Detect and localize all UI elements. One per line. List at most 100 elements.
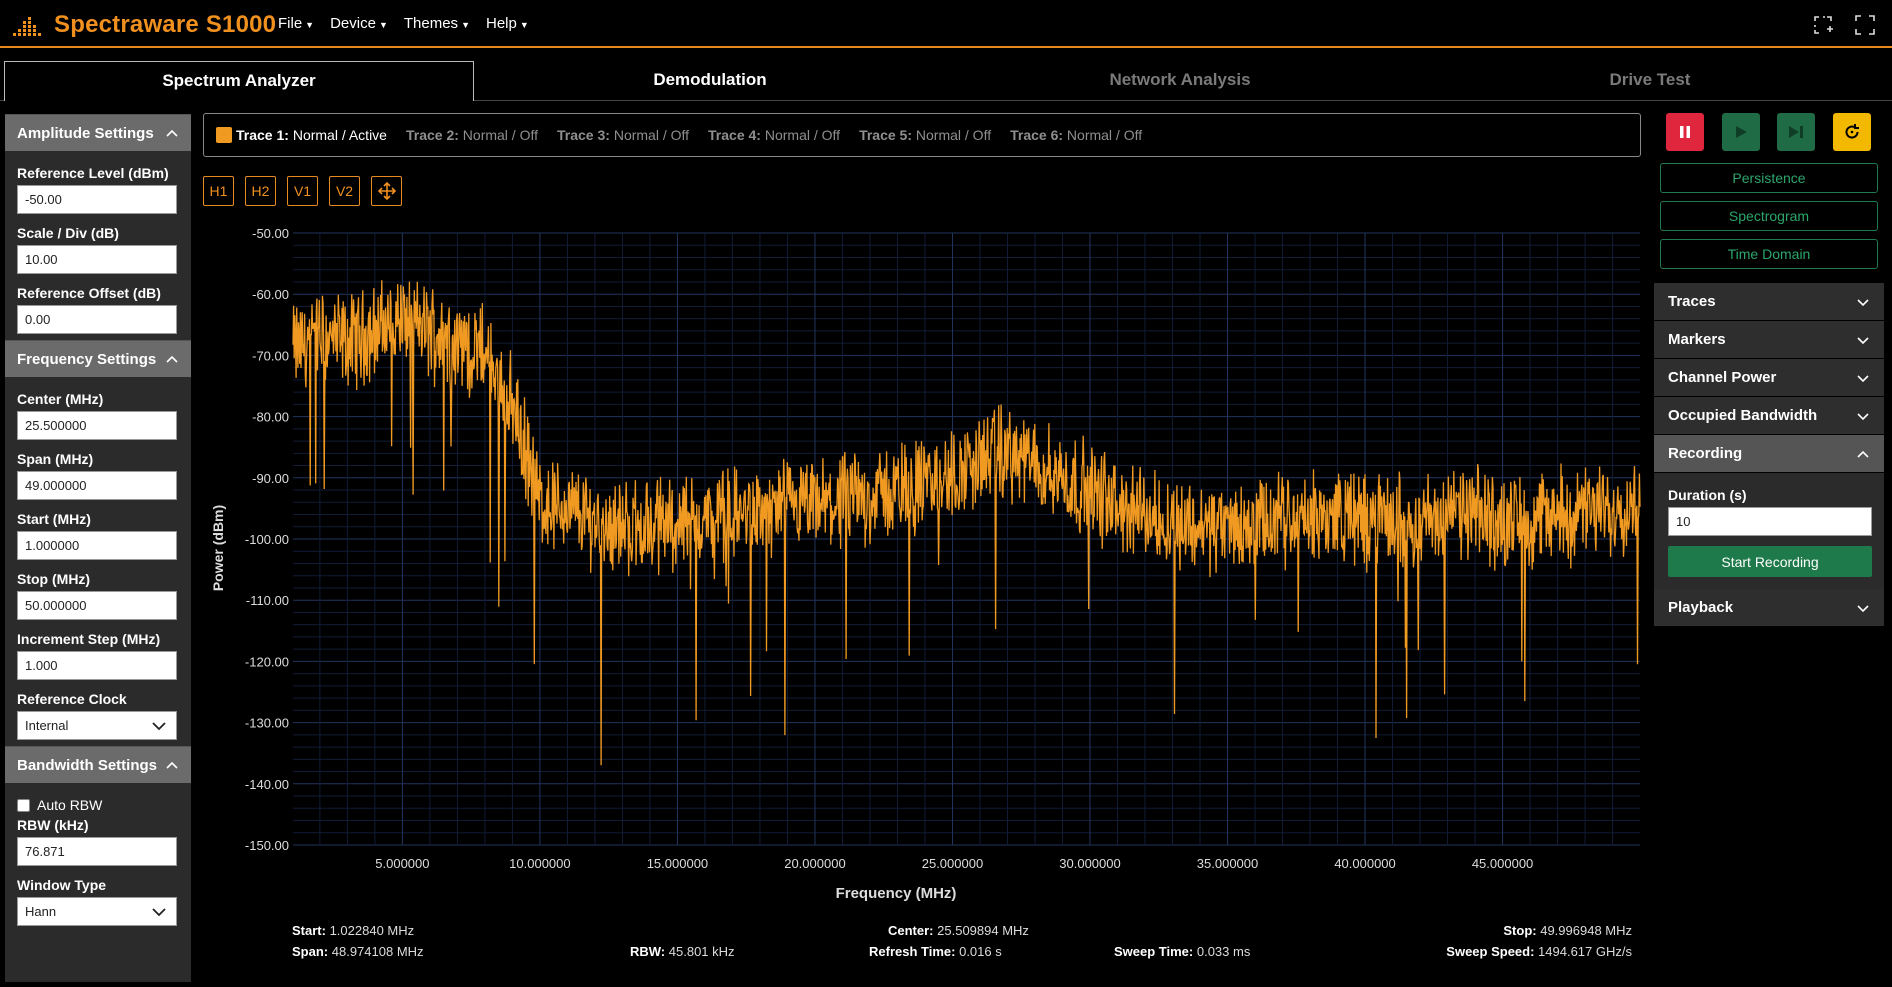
- frequency-settings-header[interactable]: Frequency Settings: [5, 340, 191, 377]
- fullscreen-icon[interactable]: [1854, 14, 1876, 36]
- trace-4-name: Trace 4:: [708, 127, 761, 143]
- spectrogram-button[interactable]: Spectrogram: [1660, 201, 1878, 231]
- tab-network-analysis[interactable]: Network Analysis: [945, 61, 1415, 101]
- pause-button[interactable]: [1666, 113, 1704, 151]
- y-tick-label: -150.00: [245, 838, 289, 853]
- stop-input[interactable]: 50.000000: [17, 591, 177, 620]
- span-input[interactable]: 49.000000: [17, 471, 177, 500]
- tab-drive-test[interactable]: Drive Test: [1415, 61, 1885, 101]
- reference-clock-select[interactable]: Internal: [17, 711, 177, 740]
- status-start: Start: 1.022840 MHz: [292, 923, 414, 938]
- window-type-select[interactable]: Hann: [17, 897, 177, 926]
- menu-help-label: Help: [485, 15, 517, 32]
- trace-selector-bar: Trace 1: Normal / Active Trace 2: Normal…: [203, 113, 1641, 157]
- x-tick-label: 45.000000: [1472, 856, 1533, 871]
- ref-level-input[interactable]: -50.00: [17, 185, 177, 214]
- pan-move-button[interactable]: [371, 176, 402, 206]
- ref-offset-label: Reference Offset (dB): [17, 285, 161, 301]
- trace-5-item[interactable]: Trace 5: Normal / Off: [859, 127, 991, 143]
- time-domain-button[interactable]: Time Domain: [1660, 239, 1878, 269]
- chevron-up-icon: [166, 355, 178, 363]
- play-button[interactable]: [1722, 113, 1760, 151]
- trace-1-item[interactable]: Trace 1: Normal / Active: [216, 127, 387, 143]
- app-window: Spectraware S1000 File ▼ Device ▼ Themes ▼ …: [0, 0, 1892, 987]
- auto-rbw-row: Auto RBW: [17, 797, 179, 813]
- traces-panel-title: Traces: [1668, 293, 1716, 310]
- bandwidth-settings-header[interactable]: Bandwidth Settings: [5, 746, 191, 783]
- x-tick-label: 15.000000: [647, 856, 708, 871]
- spectrum-chart[interactable]: -50.00 -60.00 -70.00 -80.00 -90.00 -100.00 -11…: [203, 226, 1653, 926]
- trace-1-name: Trace 1:: [236, 127, 289, 143]
- channel-power-panel-header[interactable]: Channel Power: [1654, 359, 1884, 397]
- y-tick-label: -90.00: [252, 471, 289, 486]
- menu-themes[interactable]: Themes ▼: [404, 15, 470, 32]
- step-forward-button[interactable]: [1777, 113, 1815, 151]
- trace-2-item[interactable]: Trace 2: Normal / Off: [406, 127, 538, 143]
- increment-step-label: Increment Step (MHz): [17, 631, 161, 647]
- status-sweep-speed-value: 1494.617 GHz/s: [1538, 944, 1632, 959]
- x-tick-label: 30.000000: [1059, 856, 1120, 871]
- h2-marker-button[interactable]: H2: [245, 176, 276, 206]
- chevron-down-icon: [152, 908, 166, 917]
- scale-div-input[interactable]: 10.00: [17, 245, 177, 274]
- start-recording-button[interactable]: Start Recording: [1668, 546, 1872, 577]
- v2-marker-button[interactable]: V2: [329, 176, 360, 206]
- amplitude-settings-title: Amplitude Settings: [17, 124, 154, 142]
- status-rbw: RBW: 45.801 kHz: [630, 944, 735, 959]
- v1-marker-button[interactable]: V1: [287, 176, 318, 206]
- screenshot-select-icon[interactable]: [1812, 14, 1834, 36]
- occupied-bandwidth-panel-header[interactable]: Occupied Bandwidth: [1654, 397, 1884, 435]
- window-actions: [1792, 14, 1876, 36]
- auto-rbw-checkbox[interactable]: [17, 798, 30, 812]
- center-input[interactable]: 25.500000: [17, 411, 177, 440]
- tab-spectrum-analyzer[interactable]: Spectrum Analyzer: [4, 61, 474, 101]
- status-sweep-time-value: 0.033 ms: [1196, 944, 1251, 959]
- status-sweep-speed-label: Sweep Speed:: [1446, 944, 1535, 959]
- trace-6-item[interactable]: Trace 6: Normal / Off: [1010, 127, 1142, 143]
- persistence-button[interactable]: Persistence: [1660, 163, 1878, 193]
- status-center: Center: 25.509894 MHz: [888, 923, 1029, 938]
- status-sweep-speed: Sweep Speed: 1494.617 GHz/s: [1446, 944, 1632, 959]
- start-input[interactable]: 1.000000: [17, 531, 177, 560]
- recording-panel-body: Duration (s) 10 Start Recording: [1654, 473, 1884, 589]
- menu-device[interactable]: Device ▼: [330, 15, 388, 32]
- trace-3-item[interactable]: Trace 3: Normal / Off: [557, 127, 689, 143]
- markers-panel-header[interactable]: Markers: [1654, 321, 1884, 359]
- y-tick-label: -110.00: [246, 593, 289, 608]
- tab-demodulation[interactable]: Demodulation: [475, 61, 945, 101]
- frequency-settings-body: Center (MHz) 25.500000 Span (MHz) 49.000…: [5, 377, 191, 746]
- y-axis-ticks: -50.00 -60.00 -70.00 -80.00 -90.00 -100.00 -11…: [245, 226, 289, 853]
- chevron-down-icon: [152, 722, 166, 731]
- amplitude-settings-header[interactable]: Amplitude Settings: [5, 114, 191, 151]
- reset-icon: [1845, 124, 1859, 139]
- traces-panel-header[interactable]: Traces: [1654, 283, 1884, 321]
- trace-5-name: Trace 5:: [859, 127, 912, 143]
- sweep-status-bar: Start: 1.022840 MHz Span: 48.974108 MHz …: [292, 923, 1632, 967]
- menu-help[interactable]: Help ▼: [486, 15, 529, 32]
- status-span: Span: 48.974108 MHz: [292, 944, 424, 959]
- y-tick-label: -70.00: [252, 348, 289, 363]
- playback-panel-header[interactable]: Playback: [1654, 589, 1884, 627]
- spectrum-plot-svg: -50.00 -60.00 -70.00 -80.00 -90.00 -100.00 -11…: [210, 226, 1641, 902]
- status-span-label: Span:: [292, 944, 329, 959]
- chevron-up-icon: [166, 129, 178, 137]
- h1-marker-button[interactable]: H1: [203, 176, 234, 206]
- recording-panel-header[interactable]: Recording: [1654, 435, 1884, 473]
- y-tick-label: -50.00: [252, 226, 289, 241]
- ref-offset-input[interactable]: 0.00: [17, 305, 177, 334]
- duration-input[interactable]: 10: [1668, 507, 1872, 536]
- trace-4-item[interactable]: Trace 4: Normal / Off: [708, 127, 840, 143]
- status-refresh-value: 0.016 s: [959, 944, 1002, 959]
- x-axis-ticks: 5.000000 10.000000 15.000000 20.000000 25.00…: [375, 856, 1533, 871]
- menu-file-label: File: [278, 15, 303, 32]
- status-stop: Stop: 49.996948 MHz: [1503, 923, 1632, 938]
- trace-4-mode: Normal / Off: [764, 127, 841, 143]
- step-forward-icon: [1789, 126, 1803, 138]
- status-rbw-label: RBW:: [630, 944, 666, 959]
- rbw-input[interactable]: 76.871: [17, 837, 177, 866]
- start-label: Start (MHz): [17, 511, 91, 527]
- menu-file[interactable]: File ▼: [278, 15, 314, 32]
- reset-button[interactable]: [1833, 113, 1871, 151]
- x-tick-label: 25.000000: [922, 856, 983, 871]
- increment-step-input[interactable]: 1.000: [17, 651, 177, 680]
